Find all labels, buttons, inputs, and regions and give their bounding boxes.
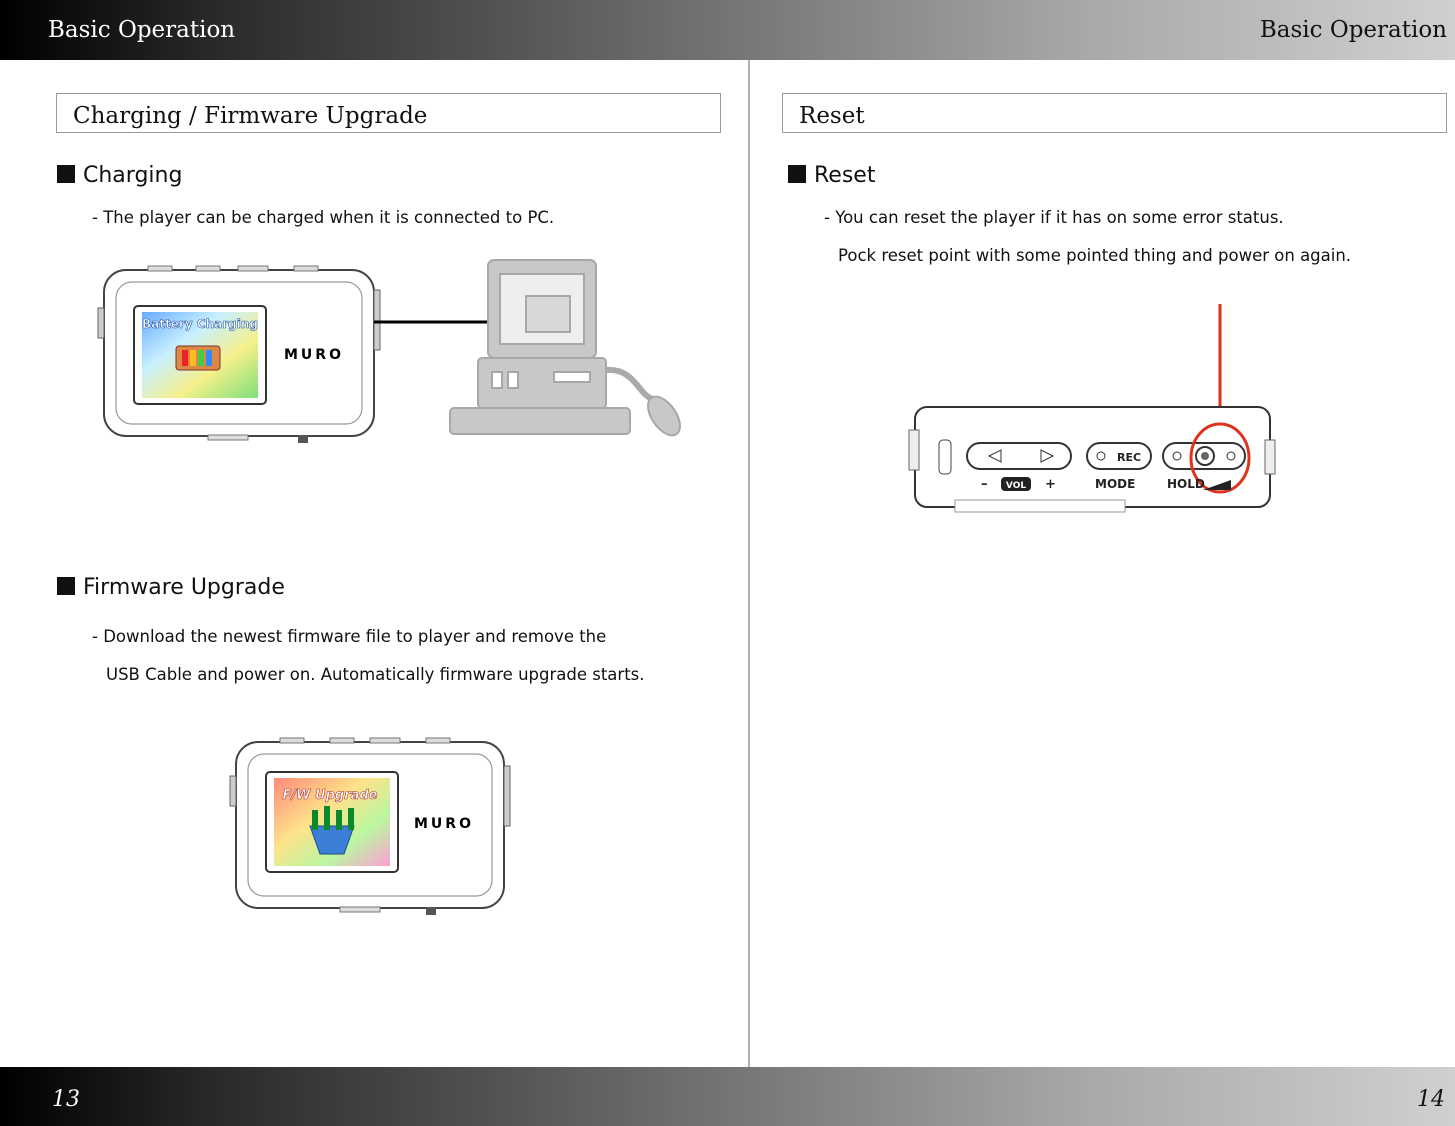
fw-upgrade-label: F/W Upgrade [283,788,378,803]
computer-icon [449,259,681,437]
svg-text:VOL: VOL [1006,481,1026,491]
charging-text: - The player can be charged when it is c… [92,208,555,227]
reset-text-line1: - You can reset the player if it has on … [824,208,1284,227]
svg-text:MODE: MODE [1095,477,1135,491]
page-number-left: 13 [52,1087,80,1112]
page-divider [748,60,750,1067]
charging-heading: Charging [57,163,182,188]
mp3-player-front-image: Battery Charging MURO [97,265,381,443]
firmware-heading: Firmware Upgrade [57,575,285,600]
bullet-square-icon [788,165,806,183]
section-title-box-left: Charging / Firmware Upgrade [56,93,721,133]
section-title-left: Charging / Firmware Upgrade [73,103,428,129]
bullet-square-icon [57,577,75,595]
svg-text:HOLD: HOLD [1167,477,1205,491]
charging-illustration: Battery Charging MURO [97,259,681,443]
svg-text:REC: REC [1117,451,1141,464]
section-title-box-right: Reset [782,93,1447,133]
svg-text:–: – [981,477,988,492]
muro-logo: MURO [284,347,344,363]
firmware-text-line1: - Download the newest firmware file to p… [92,627,607,646]
reset-text-line2: Pock reset point with some pointed thing… [838,246,1352,265]
mp3-player-firmware-image: F/W Upgrade MURO [229,737,511,915]
firmware-text-line2: USB Cable and power on. Automatically fi… [106,665,645,684]
section-title-right: Reset [799,103,865,129]
bullet-square-icon [57,165,75,183]
svg-text:+: + [1045,477,1056,492]
battery-charging-label: Battery Charging [142,317,258,331]
muro-logo: MURO [414,816,474,832]
header-title-right: Basic Operation [1259,17,1447,43]
bottom-footer-bar: 13 14 [0,1067,1455,1126]
header-title-left: Basic Operation [48,17,236,43]
player-top-view-illustration: REC – VOL + MODE HOLD [908,304,1276,513]
reset-heading: Reset [788,163,875,188]
top-header-bar: Basic Operation Basic Operation [0,0,1455,60]
page-number-right: 14 [1417,1087,1445,1112]
